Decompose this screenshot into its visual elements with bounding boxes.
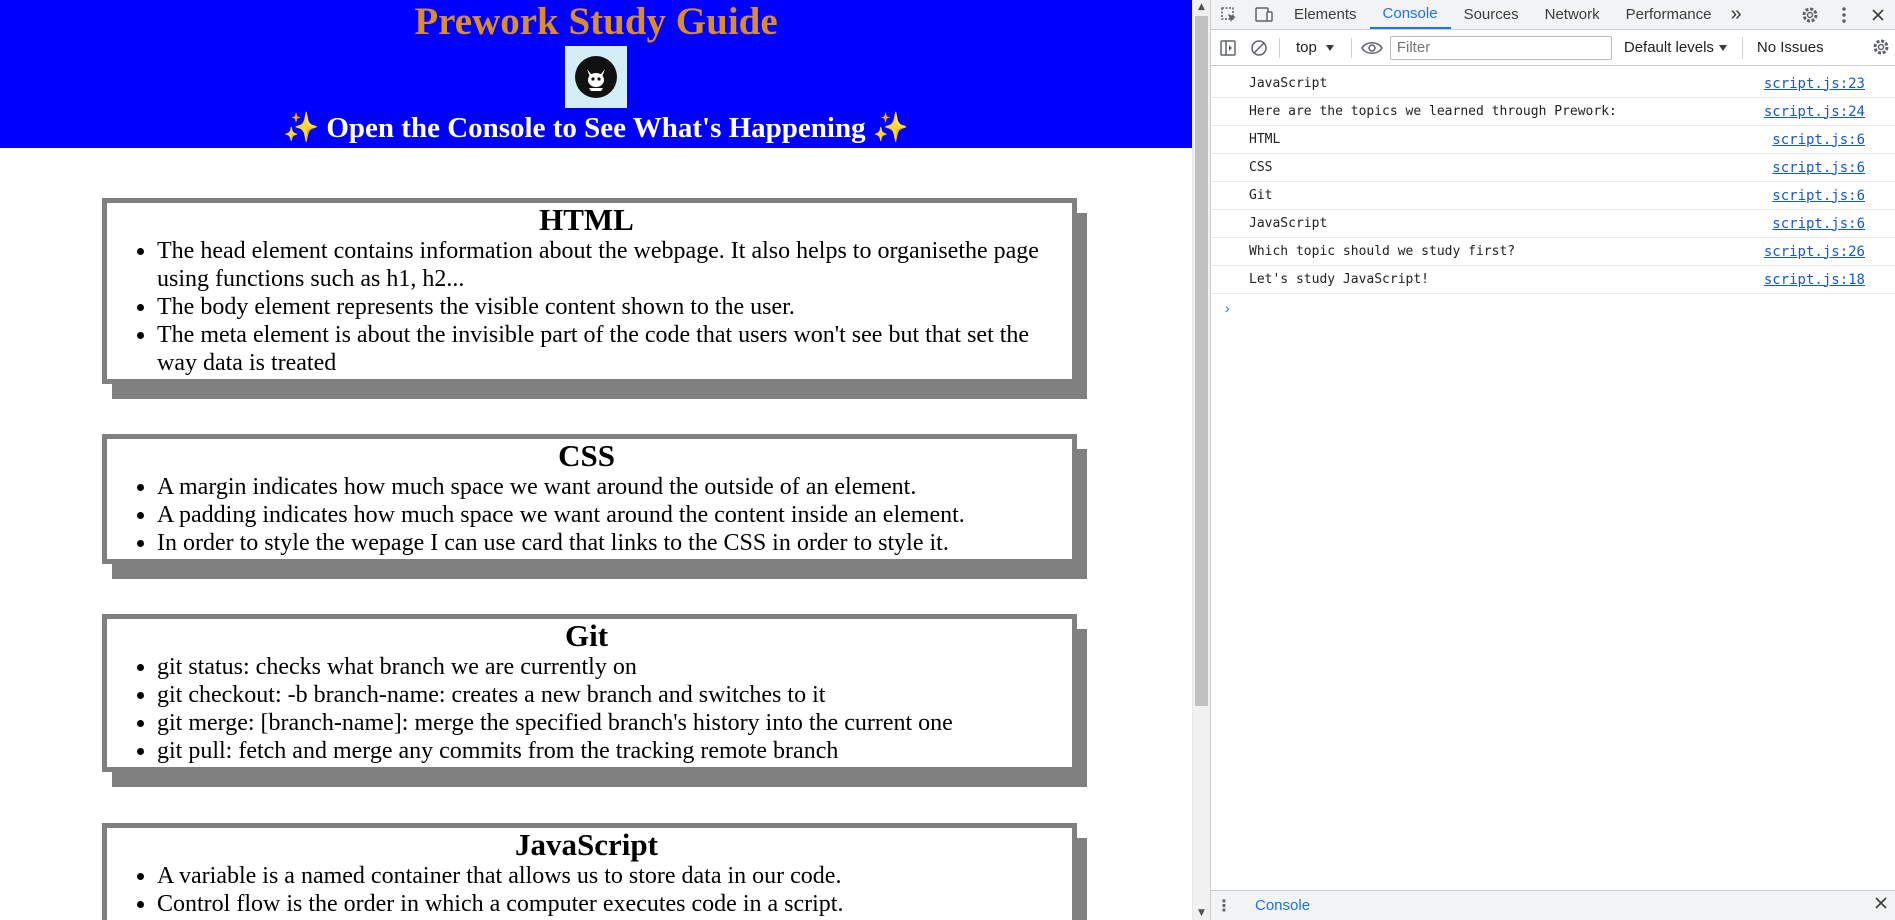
close-devtools-icon[interactable] — [1861, 0, 1895, 30]
study-card-html: HTML The head element contains informati… — [102, 198, 1077, 384]
console-filter-input[interactable] — [1389, 35, 1612, 60]
dropdown-arrow-icon — [1718, 44, 1727, 51]
device-toolbar-icon[interactable] — [1247, 0, 1281, 29]
list-item: A margin indicates how much space we wan… — [157, 473, 1066, 501]
scrollbar-thumb[interactable] — [1195, 16, 1208, 706]
page-title: Prework Study Guide — [414, 0, 778, 43]
console-message-text: HTML — [1249, 132, 1281, 147]
hero-header: Prework Study Guide ✨ Open the Console t… — [0, 0, 1192, 148]
console-messages: JavaScript script.js:23 Here are the top… — [1211, 70, 1895, 322]
card-heading: CSS — [558, 438, 615, 473]
devtools-actions — [1793, 0, 1895, 30]
console-settings-gear-icon[interactable] — [1867, 33, 1895, 61]
drawer-tab-console[interactable]: Console — [1255, 897, 1310, 914]
console-message-text: Here are the topics we learned through P… — [1249, 104, 1617, 119]
list-item: git merge: [branch-name]: merge the spec… — [157, 709, 1066, 737]
cat-logo-icon — [565, 46, 627, 108]
console-message-text: CSS — [1249, 160, 1273, 175]
scroll-down-arrow-icon[interactable]: ▼ — [1193, 906, 1210, 920]
page-subtitle: ✨ Open the Console to See What's Happeni… — [283, 112, 909, 144]
tab-network[interactable]: Network — [1532, 0, 1613, 29]
card-heading: HTML — [539, 202, 634, 237]
tab-console[interactable]: Console — [1369, 0, 1451, 29]
study-card-git: Git git status: checks what branch we ar… — [102, 614, 1077, 772]
toolbar-divider — [1350, 37, 1352, 58]
tab-sources[interactable]: Sources — [1451, 0, 1532, 29]
card-heading: JavaScript — [515, 827, 658, 862]
devtools-panel: Elements Console Sources Network Perform… — [1210, 0, 1895, 920]
console-message-text: JavaScript — [1249, 216, 1328, 231]
list-item: The head element contains information ab… — [157, 237, 1066, 293]
console-message: JavaScript script.js:23 — [1211, 70, 1895, 98]
source-link[interactable]: script.js:6 — [1772, 216, 1865, 232]
source-link[interactable]: script.js:23 — [1764, 76, 1865, 92]
context-selector[interactable]: top — [1286, 39, 1345, 56]
context-label: top — [1296, 39, 1317, 56]
scroll-up-arrow-icon[interactable]: ▲ — [1193, 0, 1210, 14]
tab-performance[interactable]: Performance — [1613, 0, 1725, 29]
console-message-text: Which topic should we study first? — [1249, 244, 1516, 259]
source-link[interactable]: script.js:24 — [1764, 104, 1865, 120]
source-link[interactable]: script.js:6 — [1772, 132, 1865, 148]
prompt-chevron-icon: › — [1225, 300, 1230, 316]
sidebar-toggle-icon[interactable] — [1211, 39, 1245, 57]
card-heading: Git — [564, 618, 609, 653]
clear-console-icon[interactable] — [1245, 39, 1273, 57]
issues-counter[interactable]: No Issues — [1741, 36, 1824, 59]
list-item: git checkout: -b branch-name: creates a … — [157, 681, 1066, 709]
study-card-css: CSS A margin indicates how much space we… — [102, 434, 1077, 564]
log-levels-label: Default levels — [1623, 39, 1714, 56]
console-message-text: JavaScript — [1249, 76, 1328, 91]
tab-elements[interactable]: Elements — [1281, 0, 1370, 29]
inspect-element-icon[interactable] — [1211, 0, 1247, 29]
more-options-kebab-icon[interactable] — [1827, 0, 1861, 30]
study-card-javascript: JavaScript A variable is a named contain… — [102, 823, 1077, 920]
devtools-tab-bar: Elements Console Sources Network Perform… — [1211, 0, 1895, 30]
source-link[interactable]: script.js:18 — [1764, 272, 1865, 288]
list-item: The body element represents the visible … — [157, 293, 1066, 321]
list-item: A variable is a named container that all… — [157, 862, 1066, 890]
list-item: In order to style the wepage I can use c… — [157, 529, 1066, 557]
card-list: git status: checks what branch we are cu… — [107, 653, 1066, 765]
close-drawer-icon[interactable] — [1874, 896, 1888, 915]
log-levels-dropdown[interactable]: Default levels — [1624, 39, 1728, 56]
card-list: The head element contains information ab… — [107, 237, 1066, 377]
console-message: JavaScript script.js:6 — [1211, 210, 1895, 238]
list-item: A padding indicates how much space we wa… — [157, 501, 1066, 529]
card-list: A variable is a named container that all… — [107, 862, 1066, 918]
card-list: A margin indicates how much space we wan… — [107, 473, 1066, 557]
list-item: git pull: fetch and merge any commits fr… — [157, 737, 1066, 765]
console-message: HTML script.js:6 — [1211, 126, 1895, 154]
devtools-drawer: ⋮ Console — [1211, 890, 1895, 920]
console-message: Here are the topics we learned through P… — [1211, 98, 1895, 126]
console-message: Let's study JavaScript! script.js:18 — [1211, 266, 1895, 294]
console-prompt[interactable]: › — [1211, 294, 1895, 322]
list-item: Control flow is the order in which a com… — [157, 890, 1066, 918]
console-message-text: Git — [1249, 188, 1273, 203]
console-message: Git script.js:6 — [1211, 182, 1895, 210]
drawer-menu-kebab-icon[interactable]: ⋮ — [1211, 896, 1237, 916]
settings-gear-icon[interactable] — [1793, 0, 1827, 30]
web-page: Prework Study Guide ✨ Open the Console t… — [0, 0, 1192, 920]
list-item: git status: checks what branch we are cu… — [157, 653, 1066, 681]
list-item: The meta element is about the invisible … — [157, 321, 1066, 377]
source-link[interactable]: script.js:6 — [1772, 188, 1865, 204]
more-tabs-icon[interactable]: » — [1725, 0, 1748, 29]
console-message: CSS script.js:6 — [1211, 154, 1895, 182]
console-toolbar: top Default levels No Issues — [1211, 30, 1895, 66]
source-link[interactable]: script.js:26 — [1764, 244, 1865, 260]
source-link[interactable]: script.js:6 — [1772, 160, 1865, 176]
page-scrollbar[interactable]: ▲ ▼ — [1192, 0, 1210, 920]
console-message: Which topic should we study first? scrip… — [1211, 238, 1895, 266]
dropdown-arrow-icon — [1325, 44, 1334, 51]
toolbar-divider — [1279, 37, 1280, 58]
console-message-text: Let's study JavaScript! — [1249, 272, 1430, 287]
live-expression-eye-icon[interactable] — [1358, 40, 1386, 56]
